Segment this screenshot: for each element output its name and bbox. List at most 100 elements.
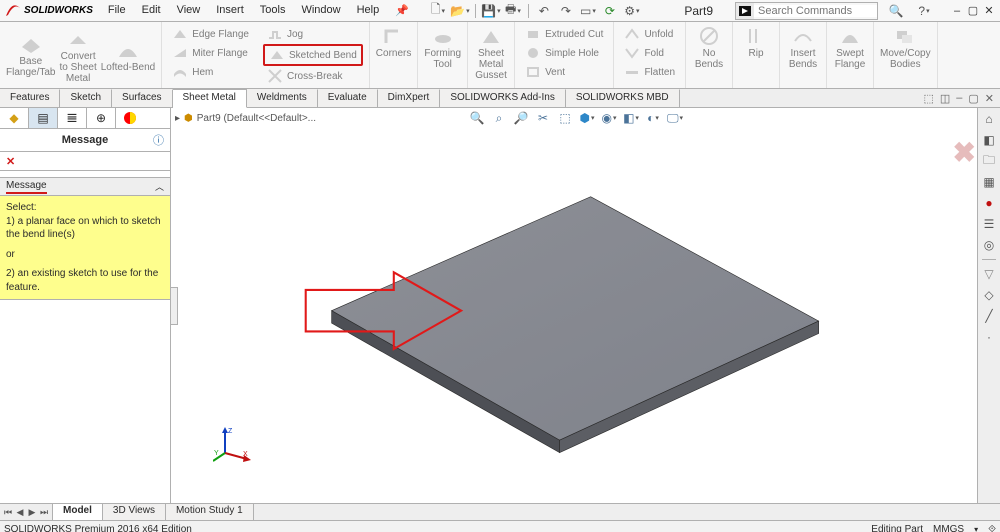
app-logo: SOLIDWORKS bbox=[4, 3, 93, 19]
jog-button[interactable]: Jog bbox=[263, 25, 307, 43]
pm-appearance-icon[interactable] bbox=[116, 108, 144, 128]
view-triad[interactable]: Z X Y bbox=[213, 423, 253, 463]
status-bar: SOLIDWORKS Premium 2016 x64 Edition Edit… bbox=[0, 520, 1000, 532]
tab-mbd[interactable]: SOLIDWORKS MBD bbox=[566, 89, 680, 107]
tab-scroll-prev-icon[interactable]: ◀ bbox=[14, 505, 26, 519]
doc-prev-icon[interactable]: ⬚ bbox=[923, 92, 933, 105]
collapse-icon[interactable]: ︿ bbox=[155, 180, 164, 193]
view-tab-3dviews[interactable]: 3D Views bbox=[103, 504, 166, 520]
search-input[interactable] bbox=[754, 5, 877, 17]
pm-message-header[interactable]: Message ︿ bbox=[0, 177, 170, 196]
menu-help[interactable]: Help bbox=[350, 2, 387, 19]
tp-forum-icon[interactable]: ◎ bbox=[980, 236, 998, 254]
search-box[interactable] bbox=[735, 2, 878, 20]
corners-button[interactable]: Corners bbox=[376, 25, 412, 59]
lofted-bend-button[interactable]: Lofted-Bend bbox=[101, 39, 156, 73]
close-icon[interactable]: ✕ bbox=[982, 4, 996, 18]
tp-sel-vertex-icon[interactable]: · bbox=[980, 328, 998, 346]
miter-flange-button[interactable]: Miter Flange bbox=[168, 44, 252, 62]
tp-appearances-icon[interactable]: ● bbox=[980, 194, 998, 212]
doc-close-icon[interactable]: ✕ bbox=[985, 92, 994, 105]
rip-button[interactable]: Rip bbox=[739, 25, 773, 59]
menu-tools[interactable]: Tools bbox=[253, 2, 293, 19]
document-name: Part9 bbox=[684, 4, 713, 18]
rebuild-icon[interactable]: ⟳ bbox=[600, 2, 620, 20]
hem-button[interactable]: Hem bbox=[168, 63, 217, 81]
tp-file-explorer-icon[interactable]: 🗀 bbox=[980, 152, 998, 170]
redo-icon[interactable]: ↷ bbox=[556, 2, 576, 20]
search-logo-icon bbox=[736, 3, 754, 19]
menu-edit[interactable]: Edit bbox=[135, 2, 168, 19]
menu-pin-icon[interactable]: 📌 bbox=[388, 2, 416, 19]
pm-feature-tree-icon[interactable]: ◆ bbox=[0, 108, 29, 128]
tab-features[interactable]: Features bbox=[0, 89, 60, 107]
pm-help-icon[interactable]: ⓘ bbox=[153, 132, 164, 148]
pm-message-body: Select: 1) a planar face on which to ske… bbox=[0, 196, 170, 300]
edge-flange-button[interactable]: Edge Flange bbox=[168, 25, 253, 43]
tp-view-palette-icon[interactable]: ▦ bbox=[980, 173, 998, 191]
options-icon[interactable]: ⚙ bbox=[622, 2, 642, 20]
restore-icon[interactable]: ▢ bbox=[966, 4, 980, 18]
cross-break-button[interactable]: Cross-Break bbox=[263, 67, 347, 85]
undo-icon[interactable]: ↶ bbox=[534, 2, 554, 20]
tab-scroll-first-icon[interactable]: ⏮ bbox=[2, 505, 14, 519]
select-icon[interactable]: ▭ bbox=[578, 2, 598, 20]
status-units-drop-icon[interactable]: ▾ bbox=[974, 525, 978, 532]
base-flange-tab-button[interactable]: Base Flange/Tab bbox=[6, 33, 55, 78]
simple-hole-button[interactable]: Simple Hole bbox=[521, 44, 603, 62]
fold-button[interactable]: Fold bbox=[620, 44, 667, 62]
menu-window[interactable]: Window bbox=[294, 2, 347, 19]
tp-sel-edge-icon[interactable]: ╱ bbox=[980, 307, 998, 325]
flatten-button[interactable]: Flatten bbox=[620, 63, 679, 81]
tab-weldments[interactable]: Weldments bbox=[247, 89, 318, 107]
swept-flange-button[interactable]: Swept Flange bbox=[833, 25, 867, 70]
extruded-cut-button[interactable]: Extruded Cut bbox=[521, 25, 607, 43]
tab-sheet-metal[interactable]: Sheet Metal bbox=[173, 89, 247, 108]
sketched-bend-button[interactable]: Sketched Bend bbox=[263, 44, 363, 66]
status-units[interactable]: MMGS bbox=[933, 524, 964, 532]
unfold-button[interactable]: Unfold bbox=[620, 25, 677, 43]
pm-property-icon[interactable]: ▤ bbox=[29, 108, 58, 128]
view-tab-model[interactable]: Model bbox=[53, 504, 103, 520]
pm-cancel-button[interactable]: ✕ bbox=[0, 152, 170, 171]
tp-sel-filter-icon[interactable]: ▽ bbox=[980, 265, 998, 283]
no-bends-button[interactable]: No Bends bbox=[692, 25, 726, 70]
save-icon[interactable]: 💾 bbox=[481, 2, 501, 20]
graphics-viewport[interactable]: ▸ ⬢ Part9 (Default<<Default>... 🔍 ⌕ 🔎 ✂ … bbox=[171, 108, 1000, 503]
help-icon[interactable]: ? bbox=[914, 2, 934, 20]
svg-text:Y: Y bbox=[214, 450, 219, 457]
app-name: SOLIDWORKS bbox=[24, 5, 93, 16]
tp-home-icon[interactable]: ⌂ bbox=[980, 110, 998, 128]
search-icon[interactable]: 🔍 bbox=[886, 2, 906, 20]
view-tab-motion[interactable]: Motion Study 1 bbox=[166, 504, 254, 520]
tab-scroll-next-icon[interactable]: ▶ bbox=[26, 505, 38, 519]
doc-tile-icon[interactable]: ◫ bbox=[940, 92, 950, 105]
menu-file[interactable]: File bbox=[101, 2, 133, 19]
vent-button[interactable]: Vent bbox=[521, 63, 569, 81]
tab-sketch[interactable]: Sketch bbox=[60, 89, 112, 107]
new-doc-icon[interactable]: 🗋 bbox=[428, 2, 448, 20]
menu-insert[interactable]: Insert bbox=[209, 2, 251, 19]
move-copy-bodies-button[interactable]: Move/Copy Bodies bbox=[880, 25, 931, 70]
sheet-metal-gusset-button[interactable]: Sheet Metal Gusset bbox=[474, 25, 508, 81]
doc-min-icon[interactable]: – bbox=[956, 92, 962, 104]
doc-max-icon[interactable]: ▢ bbox=[968, 92, 978, 105]
convert-to-sheet-metal-button[interactable]: Convert to Sheet Metal bbox=[59, 28, 96, 84]
minimize-icon[interactable]: – bbox=[950, 4, 964, 18]
tab-evaluate[interactable]: Evaluate bbox=[318, 89, 378, 107]
print-icon[interactable]: 🖶 bbox=[503, 2, 523, 20]
tab-surfaces[interactable]: Surfaces bbox=[112, 89, 172, 107]
tp-sel-face-icon[interactable]: ◇ bbox=[980, 286, 998, 304]
tp-design-lib-icon[interactable]: ◧ bbox=[980, 131, 998, 149]
tab-dimxpert[interactable]: DimXpert bbox=[378, 89, 441, 107]
forming-tool-button[interactable]: Forming Tool bbox=[424, 25, 461, 70]
insert-bends-button[interactable]: Insert Bends bbox=[786, 25, 820, 70]
menu-view[interactable]: View bbox=[170, 2, 208, 19]
open-doc-icon[interactable]: 📂 bbox=[450, 2, 470, 20]
tab-scroll-last-icon[interactable]: ⏭ bbox=[38, 505, 50, 519]
tp-properties-icon[interactable]: ☰ bbox=[980, 215, 998, 233]
tab-addins[interactable]: SOLIDWORKS Add-Ins bbox=[440, 89, 565, 107]
pm-config-icon[interactable]: 𝌆 bbox=[58, 108, 87, 128]
status-customize-icon[interactable]: ⟐ bbox=[988, 524, 996, 532]
pm-dimxpert-icon[interactable]: ⊕ bbox=[87, 108, 116, 128]
